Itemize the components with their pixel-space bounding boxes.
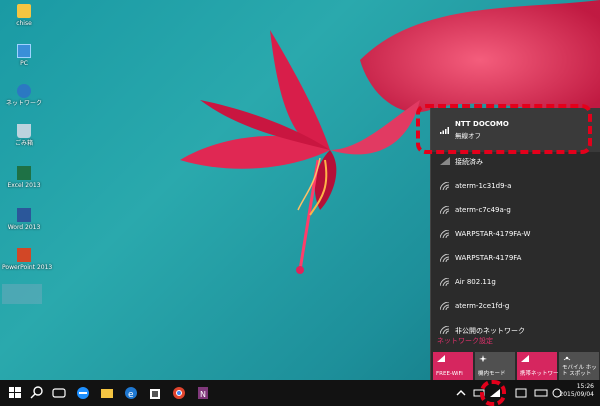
wifi-network-item[interactable]: WARPSTAR-4179FA-W (431, 222, 600, 246)
word-icon (17, 208, 31, 222)
search-icon[interactable] (28, 384, 46, 402)
desktop-icon-recycle-bin[interactable]: ごみ箱 (2, 124, 46, 147)
airplane-icon (479, 355, 487, 362)
user-folder-icon (17, 4, 31, 18)
wifi-icon (440, 326, 450, 334)
clock[interactable]: 15:26 2015/09/04 (559, 383, 594, 399)
quick-action-free-wifi[interactable]: FREE-WiFi (433, 352, 473, 380)
wifi-icon (440, 230, 450, 238)
cellular-icon (521, 355, 529, 362)
chrome-icon[interactable] (170, 384, 188, 402)
highlight-current-network (416, 104, 592, 154)
wifi-network-item[interactable]: WARPSTAR-4179FA (431, 246, 600, 270)
wifi-icon (440, 182, 450, 190)
pc-icon (17, 44, 31, 58)
desktop-icon-network[interactable]: ネットワーク (2, 84, 46, 107)
quick-action-cellular[interactable]: 携帯ネットワーク (517, 352, 564, 380)
desktop-icon-user-folder[interactable]: chise (2, 4, 46, 27)
desktop-selection (2, 284, 42, 304)
desktop-icon-excel[interactable]: Excel 2013 (2, 166, 46, 189)
wifi-icon (440, 254, 450, 262)
wifi-network-item[interactable]: aterm-2ce1fd-g (431, 294, 600, 318)
recycle-bin-icon (17, 124, 31, 138)
action-center-icon[interactable] (512, 384, 530, 402)
quick-action-airplane-mode[interactable]: 機内モード (475, 352, 515, 380)
network-settings-link[interactable]: ネットワーク設定 (437, 336, 493, 346)
highlight-tray-network (480, 380, 506, 406)
ie-icon[interactable]: e (122, 384, 140, 402)
task-view-icon[interactable] (50, 384, 68, 402)
wifi-icon (440, 302, 450, 310)
powerpoint-icon (17, 248, 31, 262)
excel-icon (17, 166, 31, 180)
desktop-icon-powerpoint[interactable]: PowerPoint 2013 (2, 248, 52, 271)
connected-label: 接続済み (455, 158, 483, 166)
svg-text:N: N (200, 390, 206, 399)
tray-chevron-up-icon[interactable] (452, 384, 470, 402)
file-explorer-icon[interactable] (98, 384, 116, 402)
wifi-icon (437, 355, 445, 362)
network-item-connected[interactable]: 接続済み (431, 152, 600, 172)
wifi-network-item[interactable]: aterm-1c31d9-a (431, 174, 600, 198)
onenote-icon[interactable]: N (194, 384, 212, 402)
wifi-icon (440, 206, 450, 214)
wifi-network-item[interactable]: Air 802.11g (431, 270, 600, 294)
network-icon (17, 84, 31, 98)
svg-text:e: e (128, 390, 134, 400)
edge-icon[interactable] (74, 384, 92, 402)
wifi-icon (440, 278, 450, 286)
hotspot-icon (563, 356, 571, 361)
taskbar: e N 15:26 2015/09/04 (0, 380, 600, 406)
quick-action-mobile-hotspot[interactable]: モバイル ホット スポット (559, 352, 599, 380)
desktop-icon-pc[interactable]: PC (2, 44, 46, 67)
store-icon[interactable] (146, 384, 164, 402)
desktop-icon-word[interactable]: Word 2013 (2, 208, 46, 231)
wifi-icon (440, 157, 450, 165)
start-windows-icon[interactable] (6, 384, 24, 402)
wifi-network-item[interactable]: aterm-c7c49a-g (431, 198, 600, 222)
